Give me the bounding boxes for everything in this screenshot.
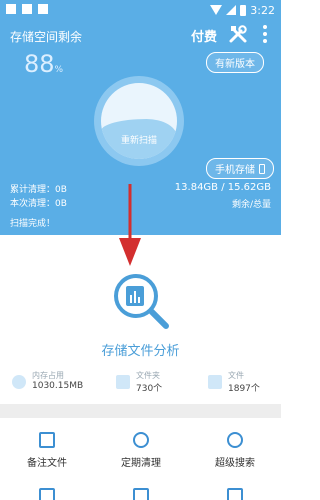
file-analysis-label[interactable]: 存储文件分析	[0, 340, 281, 359]
storage-usage: 13.84GB / 15.62GB	[174, 182, 271, 193]
notification-icon	[38, 4, 48, 14]
scan-complete-label: 扫描完成！	[10, 219, 56, 229]
battery-icon	[240, 4, 247, 16]
folder-count-stat: 文件夹 730个	[116, 370, 162, 394]
calendar-icon[interactable]	[39, 488, 55, 500]
phone-icon	[259, 163, 265, 174]
list-icon[interactable]	[227, 488, 243, 500]
notification-icon	[6, 4, 16, 14]
pie-chart-icon	[12, 375, 26, 389]
page-title: 存储空间剩余	[10, 30, 83, 44]
status-time: 3:22	[250, 3, 275, 17]
memory-usage-stat: 内存占用 1030.15MB	[12, 370, 83, 391]
search-icon	[227, 432, 243, 448]
edit-note-icon	[39, 432, 55, 448]
file-icon	[208, 375, 222, 389]
remaining-total-label: 剩余/总量	[231, 200, 271, 210]
status-bar: 3:22	[0, 0, 281, 20]
grid-item-scheduled-clean[interactable]: 定期清理	[94, 432, 188, 469]
section-divider	[0, 404, 281, 418]
storage-stats-row: 内存占用 1030.15MB 文件夹 730个 文件 1897个	[0, 370, 281, 400]
notification-icon	[22, 4, 32, 14]
grid-item-super-search[interactable]: 超级搜索	[188, 432, 282, 469]
this-clean: 本次清理：0B	[10, 199, 67, 209]
wifi-icon	[210, 5, 223, 15]
grid-item-notes[interactable]: 备注文件	[0, 432, 94, 469]
file-analysis-icon[interactable]	[110, 268, 174, 332]
alarm-clock-icon	[133, 432, 149, 448]
annotation-arrow	[119, 184, 141, 266]
rescan-button[interactable]: 重新扫描	[101, 133, 177, 146]
more-menu-icon[interactable]	[262, 25, 268, 45]
file-count-stat: 文件 1897个	[208, 370, 260, 394]
new-version-button[interactable]: 有新版本	[206, 52, 264, 73]
signal-icon	[226, 5, 237, 15]
pay-button[interactable]: 付费	[191, 26, 217, 45]
cumulative-clean: 累计清理：0B	[10, 185, 67, 195]
tools-icon[interactable]	[228, 24, 248, 44]
phone-storage-button[interactable]: 手机存储	[206, 158, 274, 179]
folder-icon	[116, 375, 130, 389]
storage-percent: 88%	[24, 50, 64, 78]
calendar-icon[interactable]	[133, 488, 149, 500]
storage-gauge: 重新扫描	[94, 76, 184, 166]
